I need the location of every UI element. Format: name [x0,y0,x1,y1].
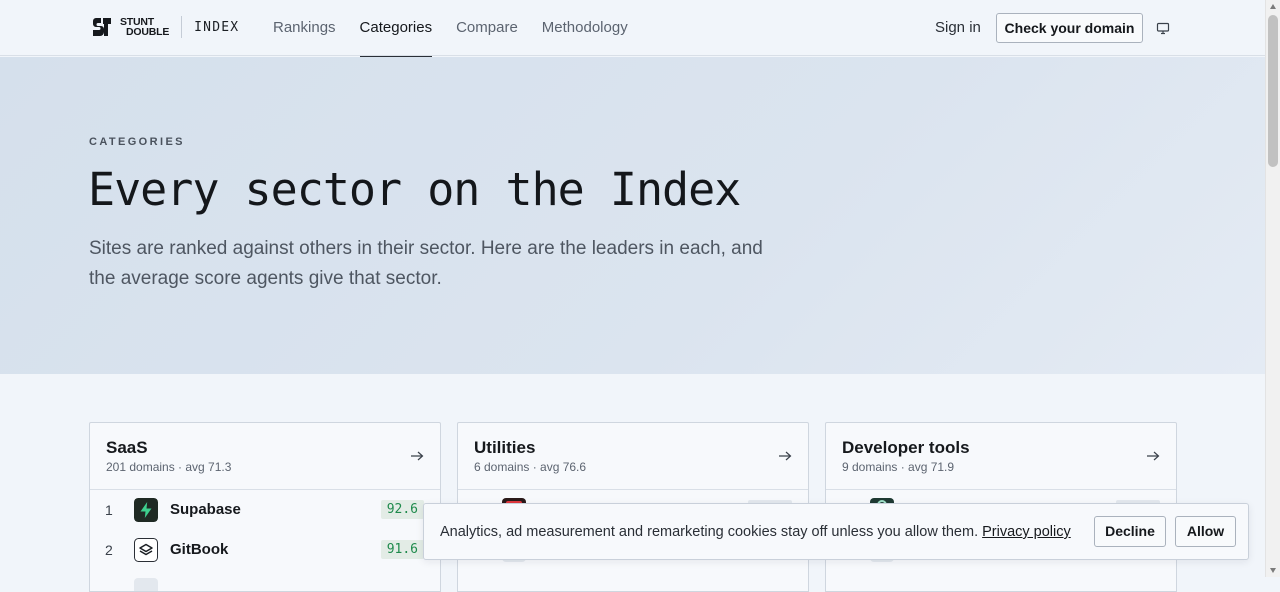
brand-line-2: DOUBLE [126,26,170,38]
score-badge: 91.6 [380,540,424,559]
site-name: Supabase [170,501,241,518]
arrow-right-icon [1147,451,1160,461]
arrow-right-icon [411,451,424,461]
page-scrollbar[interactable] [1265,0,1280,577]
nav-compare[interactable]: Compare [456,0,518,56]
decline-button[interactable]: Decline [1094,516,1166,547]
supabase-icon [134,498,158,522]
ranking-row-partial[interactable] [90,570,440,591]
page-title: Every sector on the Index [88,163,741,216]
nav-categories[interactable]: Categories [359,0,432,57]
gitbook-icon [134,538,158,562]
nav-rankings[interactable]: Rankings [273,0,336,56]
site-favicon-icon [134,578,158,591]
category-meta: 6 domains · avg 76.6 [474,460,587,474]
rank-number: 1 [105,502,113,518]
category-meta: 9 domains · avg 71.9 [842,460,955,474]
ranking-row[interactable]: 1 Supabase 92.6 [90,490,440,530]
category-title: Developer tools [842,438,970,457]
top-navigation-bar: STUNT DOUBLE INDEX Rankings Categories C… [0,0,1265,57]
logo-divider [181,16,183,38]
sign-in-link[interactable]: Sign in [935,19,981,36]
privacy-policy-link[interactable]: Privacy policy [982,524,1071,540]
cookie-consent-banner: Analytics, ad measurement and remarketin… [423,503,1249,560]
cookie-message: Analytics, ad measurement and remarketin… [440,524,1071,540]
category-card-header[interactable]: Developer tools 9 domains · avg 71.9 [826,423,1176,490]
arrow-right-icon [779,451,792,461]
category-meta: 201 domains · avg 71.3 [106,460,232,474]
score-badge: 92.6 [380,500,424,519]
scroll-down-arrow-icon[interactable] [1270,568,1276,573]
main-nav: Rankings Categories Compare Methodology [273,0,652,57]
brand-logo[interactable]: STUNT DOUBLE INDEX [92,16,239,38]
check-your-domain-button[interactable]: Check your domain [996,13,1143,43]
category-card-saas: SaaS 201 domains · avg 71.3 1 Supabase 9… [89,422,441,592]
site-name: GitBook [170,541,229,558]
monitor-icon[interactable] [1156,21,1170,35]
brand-wordmark: STUNT DOUBLE [118,17,170,38]
stunt-double-logo-icon [93,18,111,36]
scrollbar-thumb[interactable] [1268,15,1278,167]
hero-eyebrow: CATEGORIES [89,136,185,148]
rank-number: 2 [105,542,113,558]
category-card-header[interactable]: Utilities 6 domains · avg 76.6 [458,423,808,490]
scroll-up-arrow-icon[interactable] [1270,4,1276,9]
nav-methodology[interactable]: Methodology [542,0,628,56]
category-card-header[interactable]: SaaS 201 domains · avg 71.3 [90,423,440,490]
hero-subtitle: Sites are ranked against others in their… [89,238,763,289]
category-title: Utilities [474,438,536,457]
ranking-row[interactable]: 2 GitBook 91.6 [90,530,440,570]
cookie-text: Analytics, ad measurement and remarketin… [440,524,979,540]
category-title: SaaS [106,438,148,457]
product-name: INDEX [194,19,240,35]
allow-button[interactable]: Allow [1175,516,1236,547]
